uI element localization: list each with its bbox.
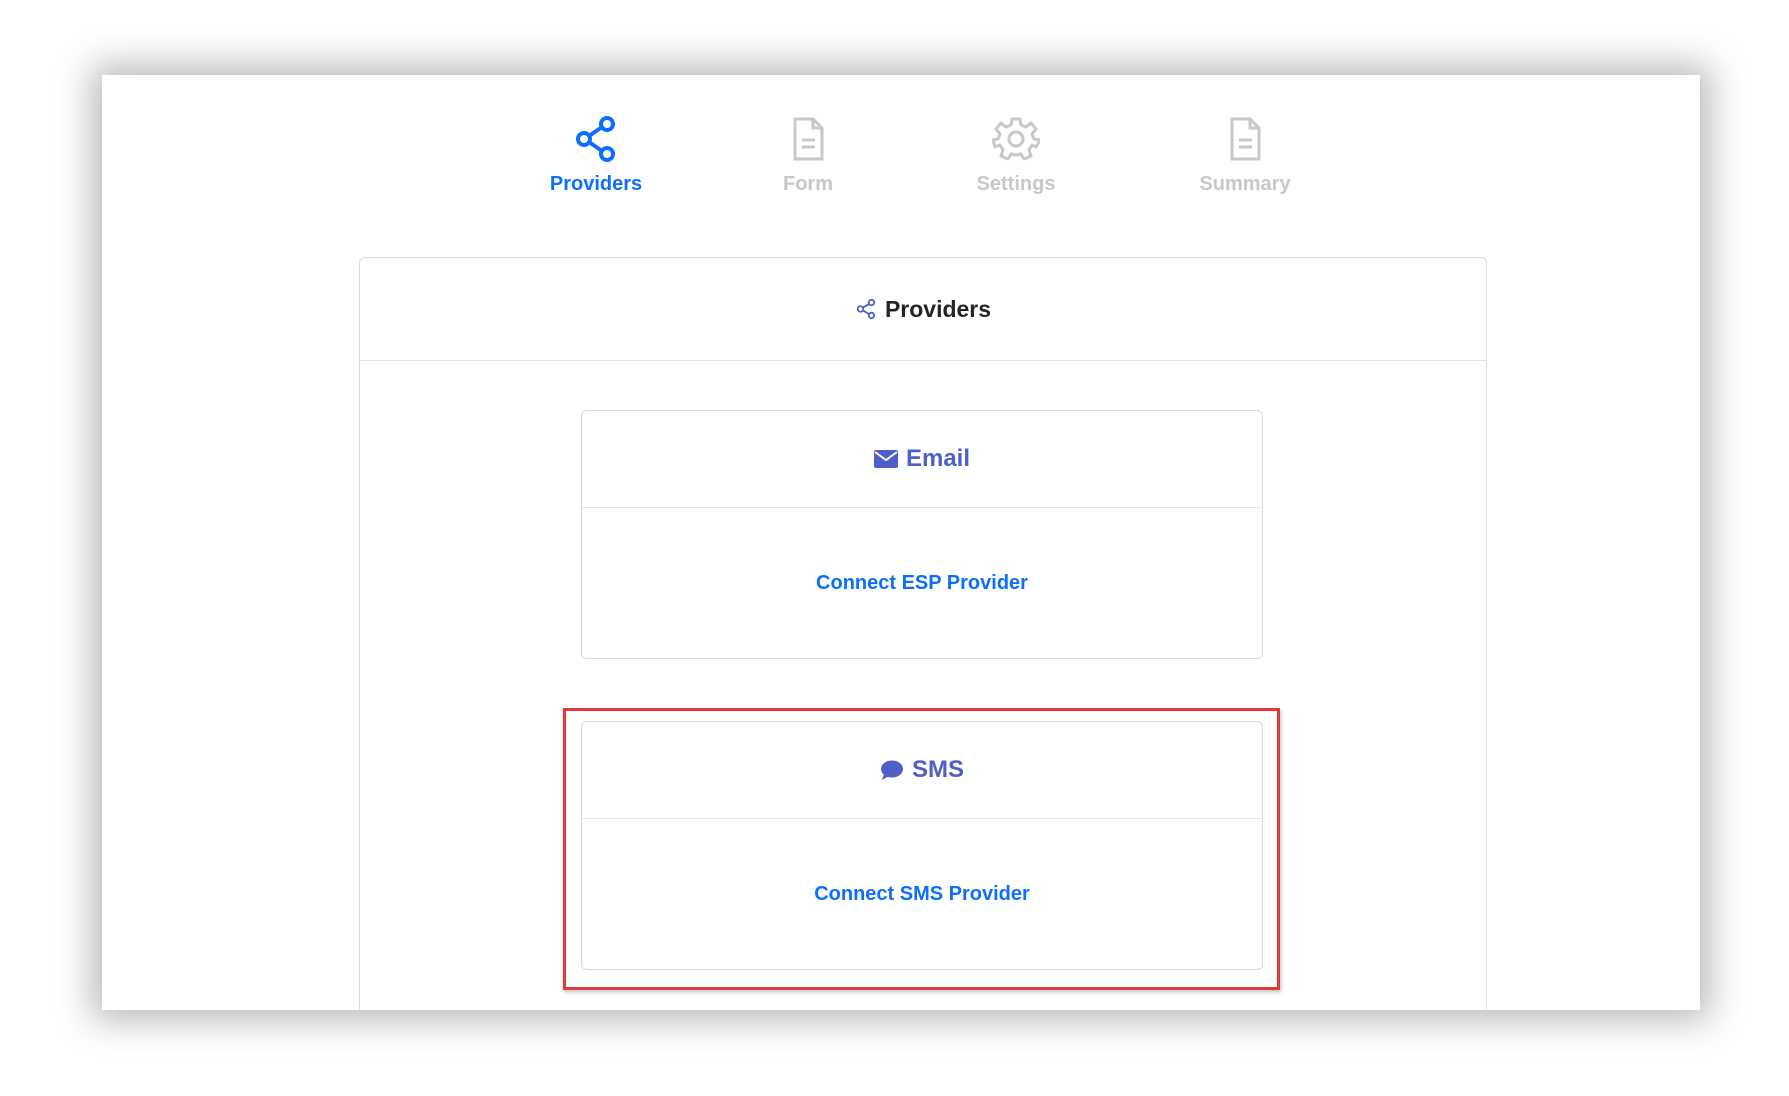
panel-header: Providers — [360, 258, 1486, 361]
step-summary[interactable]: Summary — [1145, 115, 1345, 196]
wizard-steps: Providers Form Settings Summary — [102, 115, 1700, 225]
card-body: Connect ESP Provider — [582, 508, 1262, 658]
step-settings[interactable]: Settings — [916, 115, 1116, 196]
step-label: Providers — [549, 173, 643, 195]
step-form[interactable]: Form — [708, 115, 908, 196]
step-label: Settings — [976, 173, 1056, 195]
gear-icon — [992, 117, 1040, 161]
card-header: Email — [582, 411, 1262, 508]
document-icon — [1230, 117, 1261, 161]
annotation-highlight-box — [563, 708, 1280, 990]
step-label: Form — [783, 173, 833, 195]
share-icon — [576, 116, 615, 162]
panel-title: Providers — [884, 295, 992, 322]
email-provider-card: Email Connect ESP Provider — [581, 410, 1263, 659]
share-icon — [856, 298, 876, 320]
card-title: Email — [905, 445, 971, 472]
connect-esp-provider-link[interactable]: Connect ESP Provider — [816, 572, 1028, 595]
step-label: Summary — [1199, 173, 1291, 195]
envelope-icon — [873, 450, 898, 468]
app-window: Providers Form Settings Summary Provider… — [102, 75, 1700, 1010]
document-icon — [793, 117, 824, 161]
step-providers[interactable]: Providers — [496, 115, 696, 196]
